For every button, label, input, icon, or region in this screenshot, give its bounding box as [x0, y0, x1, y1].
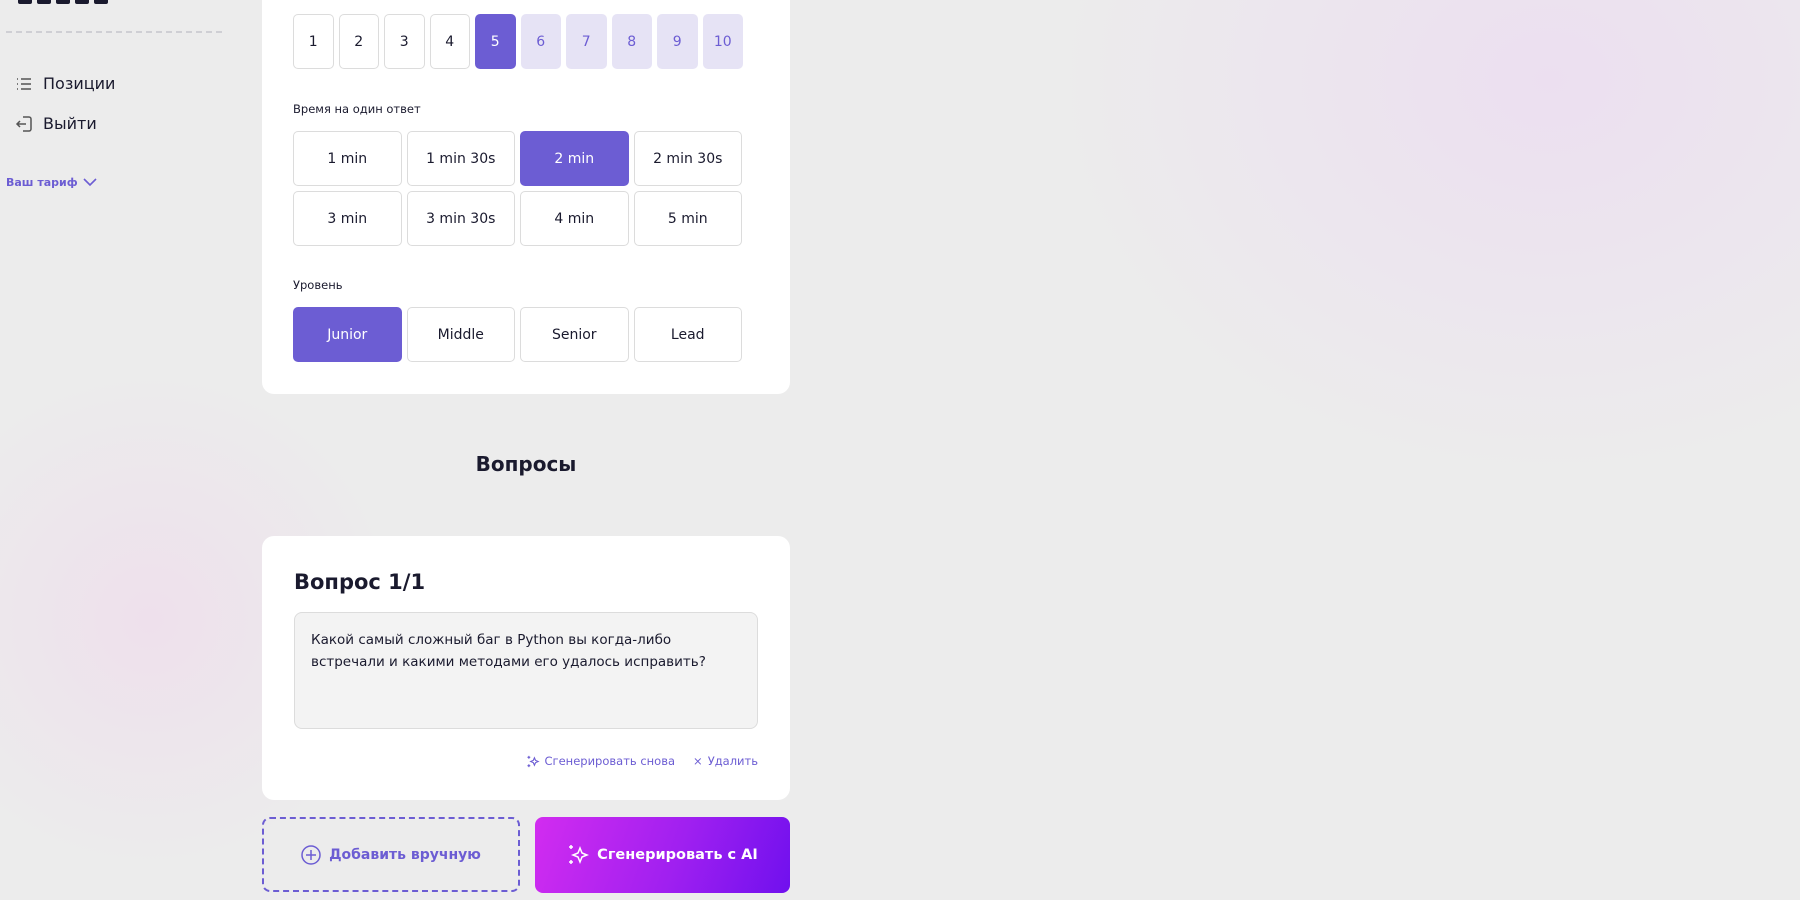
logout-icon [15, 115, 32, 132]
sidebar-item-label: Позиции [43, 74, 116, 93]
level-option[interactable]: Junior [293, 307, 402, 362]
question-count-option[interactable]: 8 [611, 14, 652, 69]
delete-label: Удалить [707, 754, 758, 768]
list-icon [17, 77, 31, 90]
time-option[interactable]: 4 min [520, 191, 629, 246]
chevron-down-icon [83, 178, 97, 187]
level-option[interactable]: Senior [520, 307, 629, 362]
question-card: Вопрос 1/1 Какой самый сложный баг в Pyt… [262, 536, 790, 800]
regenerate-button[interactable]: Сгенерировать снова [526, 754, 676, 768]
question-count-selector: 1 2 3 4 5 6 7 8 9 10 [293, 14, 743, 69]
level-label: Уровень [293, 278, 343, 292]
level-selector: Junior Middle Senior Lead [293, 307, 742, 362]
time-option[interactable]: 2 min [520, 131, 629, 186]
question-count-option[interactable]: 7 [566, 14, 607, 69]
level-option[interactable]: Middle [406, 307, 515, 362]
question-count-option[interactable]: 4 [429, 14, 470, 69]
tariff-label: Ваш тариф [6, 176, 78, 189]
question-count-option[interactable]: 5 [475, 14, 516, 69]
question-text-input[interactable]: Какой самый сложный баг в Python вы когд… [294, 612, 758, 729]
tariff-dropdown[interactable]: Ваш тариф [6, 176, 97, 189]
question-count-option[interactable]: 3 [384, 14, 425, 69]
logo[interactable] [18, 0, 110, 4]
time-label: Время на один ответ [293, 102, 421, 116]
question-count-option[interactable]: 2 [338, 14, 379, 69]
time-option[interactable]: 2 min 30s [633, 131, 742, 186]
level-option[interactable]: Lead [633, 307, 742, 362]
plus-circle-icon [301, 844, 321, 865]
time-option[interactable]: 5 min [633, 191, 742, 246]
question-count-option[interactable]: 9 [657, 14, 698, 69]
question-count-option[interactable]: 1 [293, 14, 334, 69]
time-selector: 1 min 1 min 30s 2 min 2 min 30s 3 min 3 min 3… [293, 131, 742, 246]
sidebar-item-positions[interactable]: Позиции [15, 74, 115, 93]
delete-button[interactable]: × Удалить [693, 754, 758, 768]
questions-heading: Вопросы [475, 452, 577, 476]
question-title: Вопрос 1/1 [294, 570, 426, 594]
sparkle-icon [569, 845, 590, 865]
regenerate-label: Сгенерировать снова [544, 754, 676, 768]
question-count-option[interactable]: 6 [520, 14, 561, 69]
settings-card: 1 2 3 4 5 6 7 8 9 10 Время на один ответ 1 min 1 m… [262, 0, 790, 394]
divider [6, 31, 222, 33]
time-option[interactable]: 1 min [293, 131, 402, 186]
sparkle-icon [526, 755, 540, 767]
time-option[interactable]: 3 min [293, 191, 402, 246]
generate-ai-button[interactable]: Сгенерировать с AI [535, 817, 790, 893]
time-option[interactable]: 3 min 30s [406, 191, 515, 246]
close-icon: × [693, 754, 703, 768]
add-manual-label: Добавить вручную [329, 846, 481, 863]
time-option[interactable]: 1 min 30s [406, 131, 515, 186]
add-manual-button[interactable]: Добавить вручную [262, 817, 520, 892]
question-count-option[interactable]: 10 [702, 14, 743, 69]
sidebar-item-logout[interactable]: Выйти [15, 114, 97, 133]
sidebar-item-label: Выйти [43, 114, 97, 133]
generate-ai-label: Сгенерировать с AI [597, 847, 758, 863]
